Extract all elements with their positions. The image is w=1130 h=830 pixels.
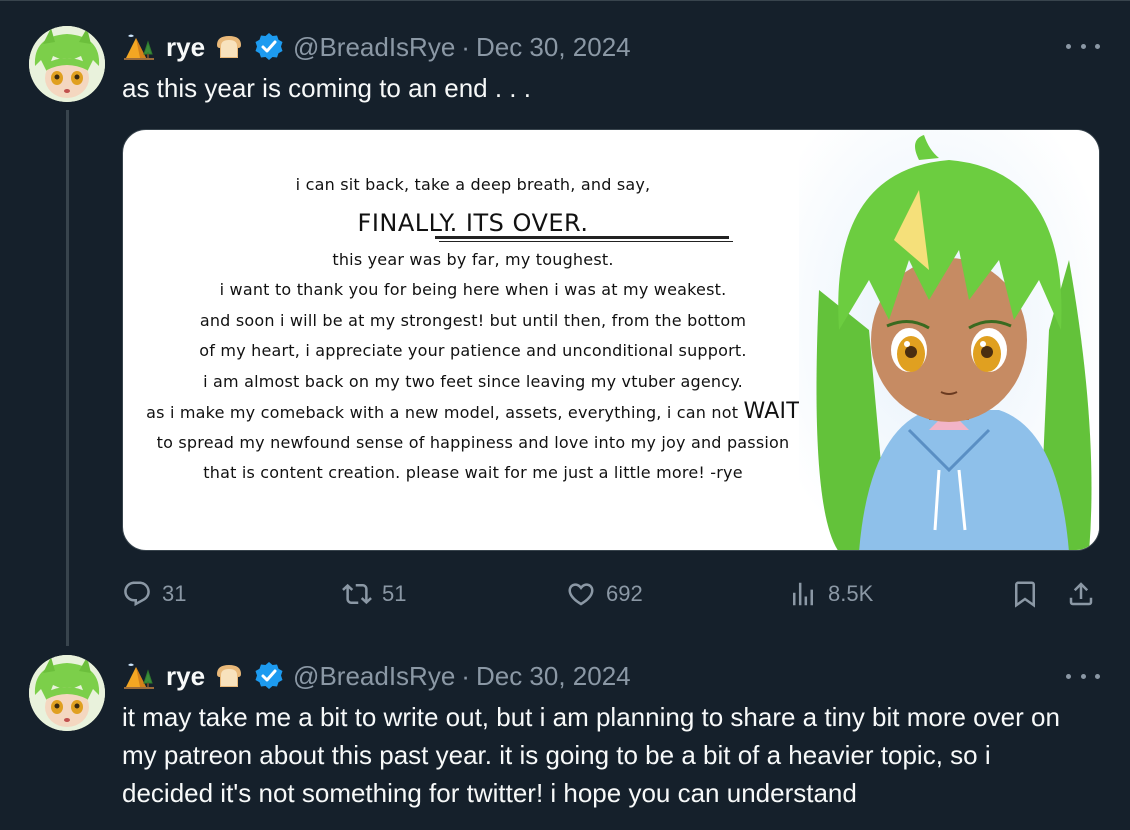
top-divider [0,0,1130,1]
headline-underline [435,236,729,239]
repost-button[interactable]: 51 [342,574,406,614]
tweet-date[interactable]: Dec 30, 2024 [476,32,631,63]
repost-icon [342,583,372,605]
bookmark-button[interactable] [1010,574,1040,614]
views-button[interactable]: 8.5K [788,574,873,614]
bread-icon [213,660,245,692]
camping-icon [122,659,156,693]
character-illustration [799,130,1099,550]
more-options-icon[interactable] [1066,666,1100,686]
bookmark-icon [1015,581,1035,608]
note-line: i am almost back on my two feet since le… [203,371,743,391]
note-line: i can sit back, take a deep breath, and … [295,175,651,194]
bread-icon [213,31,245,63]
repost-count: 51 [382,581,407,606]
headline-underline-secondary [439,241,733,242]
share-icon [1069,582,1093,606]
note-line: that is content creation. please wait fo… [203,463,743,482]
tweet-media-image[interactable]: i can sit back, take a deep breath, and … [122,129,1100,551]
tweet-header: rye @BreadIsRye · Dec 30, 2024 [122,656,631,696]
reply-icon [124,581,150,607]
note-line: and soon i will be at my strongest! but … [199,310,747,330]
note-line: of my heart, i appreciate your patience … [199,341,747,360]
note-line: to spread my newfound sense of happiness… [156,432,790,452]
tweet-text: it may take me a bit to write out, but i… [122,702,1060,808]
tweet-date[interactable]: Dec 30, 2024 [476,661,631,692]
share-button[interactable] [1066,574,1096,614]
note-emphasis-word: WAIT [743,399,800,424]
separator-dot: · [461,31,470,62]
verified-badge-icon[interactable] [253,660,285,692]
note-line: i want to thank you for being here when … [219,280,727,299]
heart-icon [568,583,594,606]
handwritten-note: i can sit back, take a deep breath, and … [123,170,823,489]
reply-button[interactable]: 31 [122,574,186,614]
avatar[interactable] [29,26,105,102]
like-button[interactable]: 692 [566,574,643,614]
reply-count: 31 [162,581,187,606]
separator-dot: · [461,660,470,691]
thread-connector-line [66,110,69,646]
views-chart-icon [793,582,813,606]
camping-icon [122,30,156,64]
view-count: 8.5K [828,581,874,606]
tweet-text: as this year is coming to an end . . . [122,73,531,103]
note-line: as i make my comeback with a new model, … [146,403,739,422]
like-count: 692 [606,581,643,606]
display-name[interactable]: rye [166,32,205,63]
user-handle[interactable]: @BreadIsRye [293,661,455,692]
avatar[interactable] [29,655,105,731]
user-handle[interactable]: @BreadIsRye [293,32,455,63]
tweet-actions-bar: 31 51 692 8.5K [122,574,1100,614]
note-line: this year was by far, my toughest. [332,249,614,269]
verified-badge-icon[interactable] [253,31,285,63]
tweet-header: rye @BreadIsRye · Dec 30, 2024 [122,27,631,67]
display-name[interactable]: rye [166,661,205,692]
note-line-with-emphasis: as i make my comeback with a new model, … [123,397,823,428]
more-options-icon[interactable] [1066,36,1100,56]
